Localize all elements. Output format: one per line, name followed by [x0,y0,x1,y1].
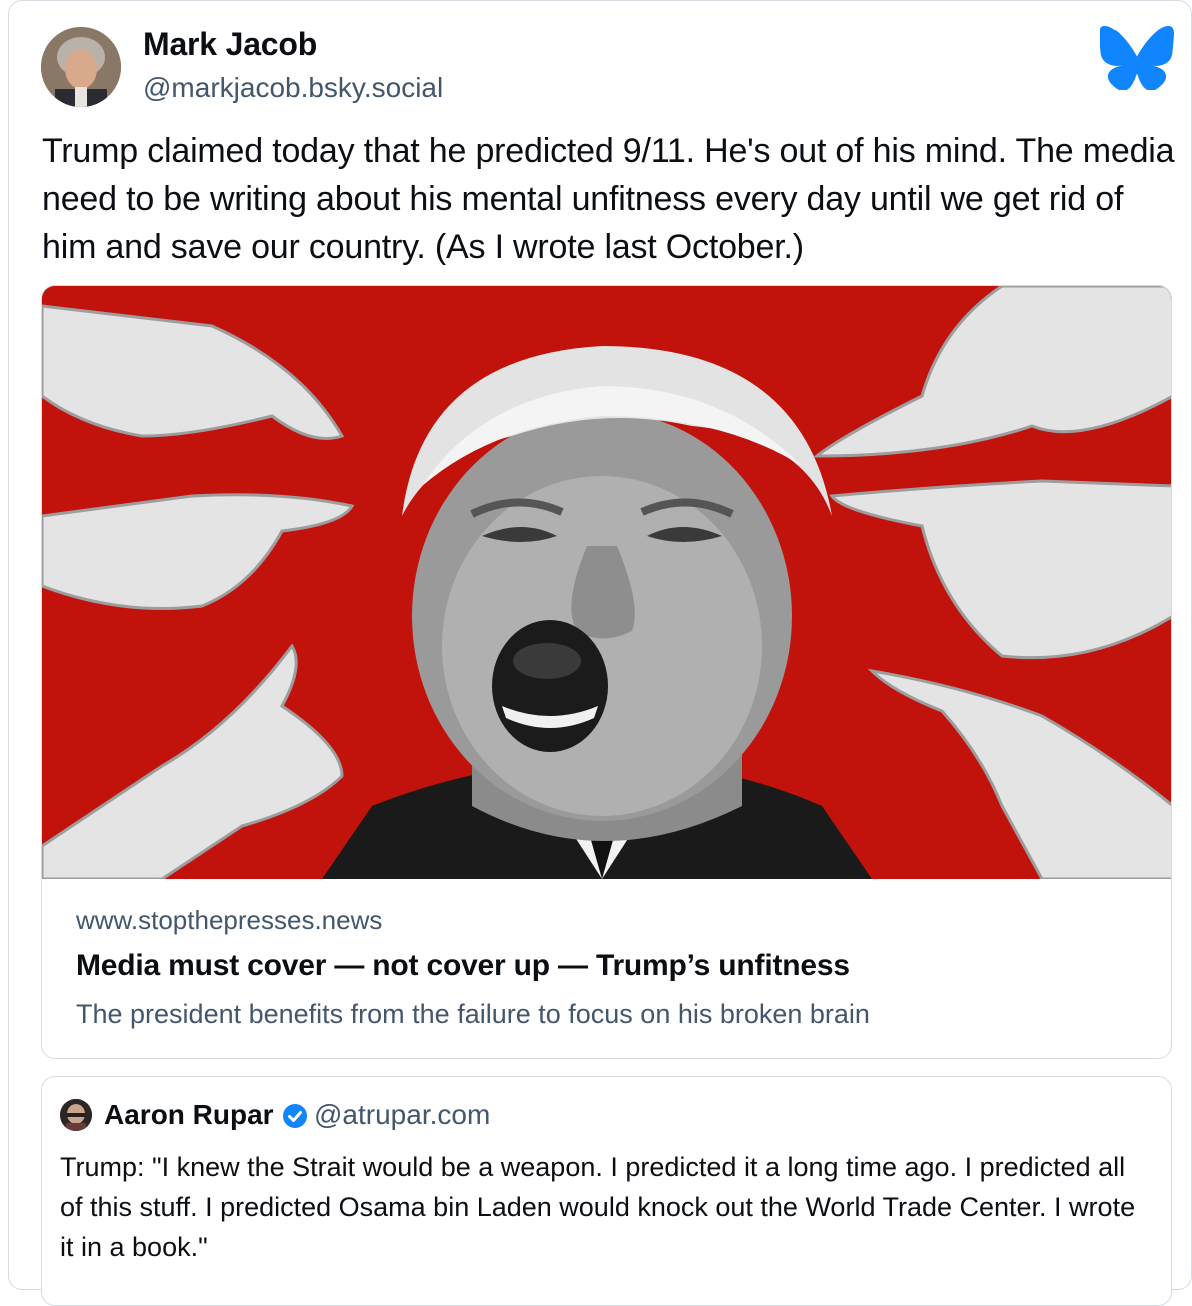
post-text: Trump claimed today that he predicted 9/… [42,132,1175,266]
avatar-image [41,27,121,107]
verified-badge-icon [282,1103,308,1129]
link-description: The president benefits from the failure … [76,999,870,1029]
bluesky-butterfly-icon[interactable] [1099,25,1174,91]
quote-author-avatar[interactable] [60,1099,92,1131]
quote-author-name[interactable]: Aaron Rupar [104,1099,274,1131]
link-domain: www.stopthepresses.news [76,905,383,935]
author-name[interactable]: Mark Jacob [143,26,317,63]
author-avatar[interactable] [41,27,121,107]
quote-avatar-image [60,1099,92,1131]
link-preview-image[interactable] [42,286,1171,881]
illustration [42,286,1171,881]
quote-text: Trump: "I knew the Strait would be a wea… [60,1152,1136,1262]
link-title[interactable]: Media must cover — not cover up — Trump’… [76,949,850,983]
link-preview-card[interactable]: www.stopthepresses.news Media must cover… [41,285,1172,1059]
quote-author-handle[interactable]: @atrupar.com [314,1099,490,1131]
author-handle[interactable]: @markjacob.bsky.social [143,72,443,104]
